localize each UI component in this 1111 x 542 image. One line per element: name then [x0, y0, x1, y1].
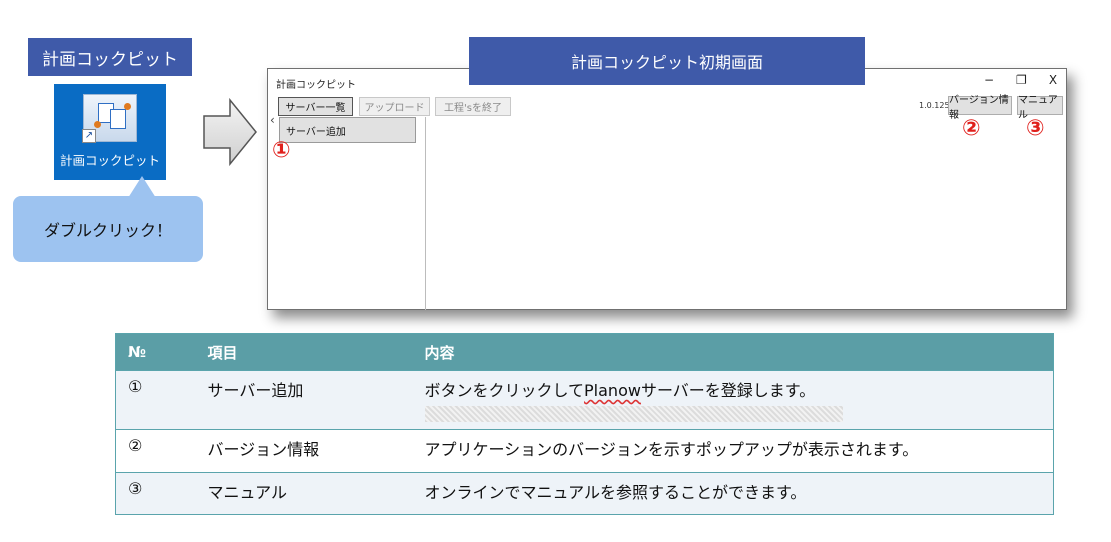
header-content: 内容 [412, 333, 1054, 371]
row-item: サーバー追加 [195, 370, 413, 430]
restore-icon[interactable]: ❐ [1016, 73, 1027, 87]
right-arrow-icon [203, 98, 257, 166]
app-label: 計画コックピット [28, 38, 192, 76]
sidebar-divider [425, 117, 426, 310]
finish-process-button[interactable]: 工程'sを終了 [435, 97, 511, 116]
app-logo-icon: ↗ [82, 94, 137, 143]
row-content-text: サーバーを登録します。 [640, 381, 816, 400]
server-list-button[interactable]: サーバー一覧 [278, 97, 353, 116]
row-item: マニュアル [195, 472, 413, 515]
table-row: ① サーバー追加 ボタンをクリックしてPlanowサーバーを登録します。 [115, 370, 1054, 430]
row-no: ② [115, 429, 196, 473]
feature-table: № 項目 内容 ① サーバー追加 ボタンをクリックしてPlanowサーバーを登録… [115, 333, 1054, 515]
close-icon[interactable]: X [1048, 73, 1058, 87]
manual-button[interactable]: マニュアル [1017, 95, 1063, 121]
row-content: アプリケーションのバージョンを示すポップアップが表示されます。 [412, 429, 1054, 473]
collapse-chevron-icon[interactable]: ‹ [270, 113, 275, 127]
desktop-shortcut-icon[interactable]: ↗ 計画コックピット [54, 84, 166, 180]
screen-title-banner: 計画コックピット初期画面 [469, 37, 865, 85]
shortcut-arrow-icon: ↗ [82, 129, 96, 143]
server-add-button[interactable]: サーバー追加 [279, 117, 416, 143]
minimize-icon[interactable]: − [984, 73, 994, 87]
marker-3: ③ [1026, 116, 1045, 141]
window-title: 計画コックピット [276, 80, 356, 91]
speech-bubble-tail [128, 176, 156, 198]
product-name: Planow [584, 381, 641, 400]
row-content: ボタンをクリックしてPlanowサーバーを登録します。 [412, 370, 1054, 430]
upload-button[interactable]: アップロード [359, 97, 430, 116]
redacted-text [424, 406, 843, 422]
header-item: 項目 [195, 333, 413, 371]
row-item: バージョン情報 [195, 429, 413, 473]
table-row: ③ マニュアル オンラインでマニュアルを参照することができます。 [115, 472, 1054, 515]
version-info-button[interactable]: バージョン情報 [948, 95, 1012, 121]
table-header-row: № 項目 内容 [115, 333, 1054, 371]
table-row: ② バージョン情報 アプリケーションのバージョンを示すポップアップが表示されます… [115, 429, 1054, 473]
row-content: オンラインでマニュアルを参照することができます。 [412, 472, 1054, 515]
row-no: ① [115, 370, 196, 430]
row-no: ③ [115, 472, 196, 515]
header-no: № [115, 333, 196, 371]
row-content-text: ボタンをクリックして [424, 381, 585, 400]
app-window: 計画コックピット − ❐ X サーバー一覧 アップロード 工程'sを終了 1.0… [267, 68, 1067, 310]
double-click-hint-bubble: ダブルクリック！ [13, 196, 203, 262]
marker-1: ① [272, 138, 291, 163]
desktop-icon-caption: 計画コックピット [59, 153, 160, 168]
marker-2: ② [962, 116, 981, 141]
